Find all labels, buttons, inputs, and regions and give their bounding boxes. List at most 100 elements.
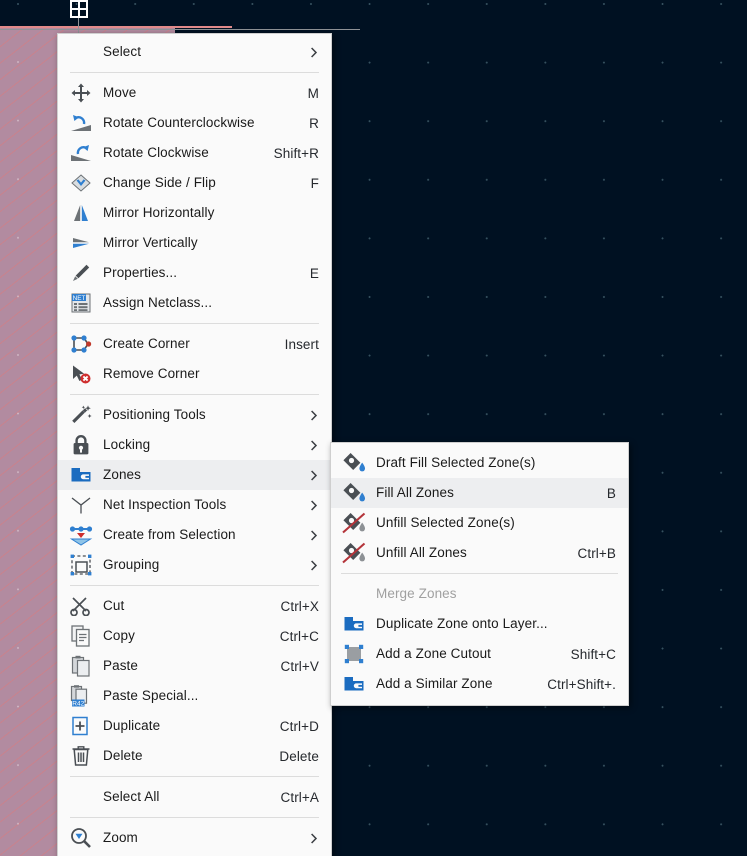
menu-item-add-a-zone-cutout[interactable]: Add a Zone Cutout Shift+C <box>331 639 628 669</box>
menu-item-label: Mirror Vertically <box>103 235 198 251</box>
menu-item-rotate-counterclockwise[interactable]: Rotate Counterclockwise R <box>58 108 331 138</box>
menu-item-shortcut: Ctrl+Shift+. <box>547 676 616 692</box>
menu-item-mirror-vertically[interactable]: Mirror Vertically <box>58 228 331 258</box>
menu-item-label: Add a Zone Cutout <box>376 646 492 662</box>
menu-item-move[interactable]: Move M <box>58 78 331 108</box>
rotate-cw-icon <box>68 141 94 165</box>
menu-item-unfill-all-zones[interactable]: Unfill All Zones Ctrl+B <box>331 538 628 568</box>
zone-icon <box>341 612 367 636</box>
menu-item-label: Create from Selection <box>103 527 236 543</box>
no-icon-spacer <box>68 785 94 809</box>
menu-item-paste-special[interactable]: R42 Paste Special... <box>58 681 331 711</box>
menu-item-shortcut: R <box>309 115 319 131</box>
menu-item-label: Delete <box>103 748 143 764</box>
menu-item-shortcut: Ctrl+C <box>279 628 319 644</box>
svg-text:R42: R42 <box>72 700 84 707</box>
menu-item-duplicate[interactable]: Duplicate Ctrl+D <box>58 711 331 741</box>
menu-item-shortcut: Shift+C <box>570 646 616 662</box>
menu-item-zones[interactable]: Zones <box>58 460 331 490</box>
menu-item-label: Unfill Selected Zone(s) <box>376 515 515 531</box>
menu-item-cut[interactable]: Cut Ctrl+X <box>58 591 331 621</box>
zones-submenu[interactable]: Draft Fill Selected Zone(s) Fill All Zone… <box>330 442 629 706</box>
chevron-right-icon <box>309 499 319 511</box>
menu-item-shortcut: Shift+R <box>273 145 319 161</box>
menu-item-label: Remove Corner <box>103 366 200 382</box>
menu-item-assign-netclass[interactable]: NET Assign Netclass... <box>58 288 331 318</box>
menu-item-label: Change Side / Flip <box>103 175 216 191</box>
menu-item-label: Grouping <box>103 557 160 573</box>
trash-icon <box>68 744 94 768</box>
menu-item-shortcut: F <box>310 175 319 191</box>
chevron-right-icon <box>309 46 319 58</box>
menu-item-positioning-tools[interactable]: Positioning Tools <box>58 400 331 430</box>
lock-icon <box>68 433 94 457</box>
menu-item-label: Fill All Zones <box>376 485 454 501</box>
remove-corner-icon <box>68 362 94 386</box>
flip-icon <box>68 171 94 195</box>
menu-item-remove-corner[interactable]: Remove Corner <box>58 359 331 389</box>
menu-item-properties[interactable]: Properties... E <box>58 258 331 288</box>
menu-item-locking[interactable]: Locking <box>58 430 331 460</box>
pcb-context-menu[interactable]: Select Move M Rotate Counterclockwise R Rotat… <box>57 33 332 856</box>
zone-cutout-icon <box>341 642 367 666</box>
menu-item-shortcut: Ctrl+D <box>279 718 319 734</box>
paste-icon <box>68 654 94 678</box>
crosshair-cursor-icon <box>70 0 88 18</box>
menu-item-add-a-similar-zone[interactable]: Add a Similar Zone Ctrl+Shift+. <box>331 669 628 699</box>
menu-item-select[interactable]: Select <box>58 37 331 67</box>
menu-item-label: Select All <box>103 789 160 805</box>
menu-item-unfill-selected-zone-s[interactable]: Unfill Selected Zone(s) <box>331 508 628 538</box>
rotate-ccw-icon <box>68 111 94 135</box>
menu-item-select-all[interactable]: Select All Ctrl+A <box>58 782 331 812</box>
horizontal-guide-line <box>0 29 360 30</box>
menu-item-merge-zones: Merge Zones <box>331 579 628 609</box>
duplicate-icon <box>68 714 94 738</box>
menu-item-label: Move <box>103 85 137 101</box>
chevron-right-icon <box>309 832 319 844</box>
menu-separator <box>70 776 319 777</box>
menu-item-label: Unfill All Zones <box>376 545 467 561</box>
fill-zone-icon <box>341 481 367 505</box>
menu-item-shortcut: Delete <box>279 748 319 764</box>
chevron-right-icon <box>309 469 319 481</box>
no-icon-spacer <box>341 582 367 606</box>
menu-item-delete[interactable]: Delete Delete <box>58 741 331 771</box>
menu-separator <box>70 585 319 586</box>
menu-item-label: Mirror Horizontally <box>103 205 215 221</box>
netclass-icon: NET <box>68 291 94 315</box>
menu-item-shortcut: Ctrl+X <box>280 598 319 614</box>
menu-item-grouping[interactable]: Grouping <box>58 550 331 580</box>
menu-item-label: Select <box>103 44 142 60</box>
menu-item-create-from-selection[interactable]: Create from Selection <box>58 520 331 550</box>
menu-item-rotate-clockwise[interactable]: Rotate Clockwise Shift+R <box>58 138 331 168</box>
menu-item-mirror-horizontally[interactable]: Mirror Horizontally <box>58 198 331 228</box>
menu-item-label: Duplicate <box>103 718 161 734</box>
magic-wand-icon <box>68 403 94 427</box>
menu-item-label: Draft Fill Selected Zone(s) <box>376 455 536 471</box>
menu-item-label: Copy <box>103 628 135 644</box>
menu-separator <box>341 573 618 574</box>
menu-item-draft-fill-selected-zone-s[interactable]: Draft Fill Selected Zone(s) <box>331 448 628 478</box>
menu-item-net-inspection-tools[interactable]: Net Inspection Tools <box>58 490 331 520</box>
menu-item-paste[interactable]: Paste Ctrl+V <box>58 651 331 681</box>
chevron-right-icon <box>309 559 319 571</box>
create-corner-icon <box>68 332 94 356</box>
menu-item-label: Zoom <box>103 830 138 846</box>
menu-item-copy[interactable]: Copy Ctrl+C <box>58 621 331 651</box>
copy-icon <box>68 624 94 648</box>
menu-item-zoom[interactable]: Zoom <box>58 823 331 853</box>
menu-item-duplicate-zone-onto-layer[interactable]: Duplicate Zone onto Layer... <box>331 609 628 639</box>
menu-item-create-corner[interactable]: Create Corner Insert <box>58 329 331 359</box>
menu-item-fill-all-zones[interactable]: Fill All Zones B <box>331 478 628 508</box>
menu-item-change-side-flip[interactable]: Change Side / Flip F <box>58 168 331 198</box>
move-icon <box>68 81 94 105</box>
menu-item-label: Rotate Counterclockwise <box>103 115 255 131</box>
menu-item-shortcut: Ctrl+A <box>280 789 319 805</box>
svg-text:NET: NET <box>73 295 86 302</box>
unfill-zone-icon <box>341 541 367 565</box>
fill-zone-icon <box>341 451 367 475</box>
menu-separator <box>70 394 319 395</box>
menu-separator <box>70 72 319 73</box>
menu-item-label: Cut <box>103 598 125 614</box>
menu-item-label: Add a Similar Zone <box>376 676 493 692</box>
